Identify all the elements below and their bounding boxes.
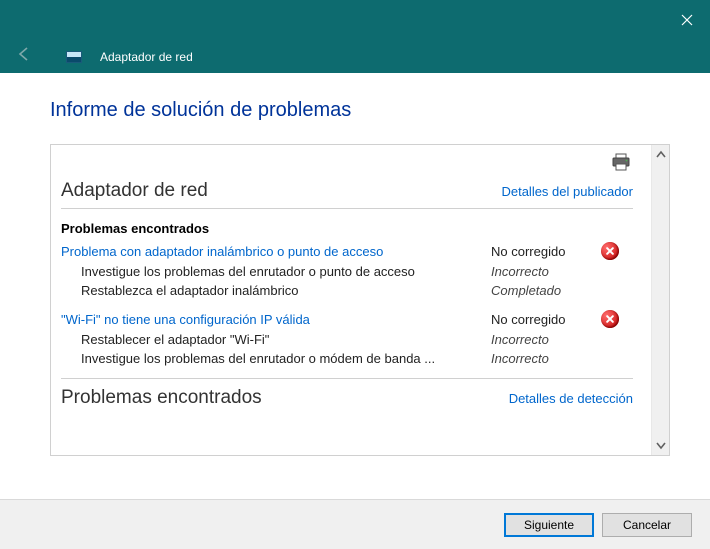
report-box: Adaptador de red Detalles del publicador…	[50, 144, 670, 456]
step-text: Restablecer el adaptador "Wi-Fi"	[81, 332, 491, 347]
section-adapter-title: Adaptador de red	[61, 180, 208, 202]
window-title: Adaptador de red	[100, 50, 193, 64]
issue-step: Investigue los problemas del enrutador o…	[61, 264, 633, 279]
footer: Siguiente Cancelar	[0, 499, 710, 549]
step-status: Incorrecto	[491, 332, 601, 347]
issue-step: Investigue los problemas del enrutador o…	[61, 351, 633, 366]
issue-title-link[interactable]: "Wi-Fi" no tiene una configuración IP vá…	[61, 312, 491, 327]
print-icon[interactable]	[611, 155, 631, 175]
publisher-details-link[interactable]: Detalles del publicador	[501, 184, 633, 199]
issue: "Wi-Fi" no tiene una configuración IP vá…	[61, 310, 633, 366]
step-status: Incorrecto	[491, 351, 601, 366]
page-headline: Informe de solución de problemas	[50, 99, 670, 122]
problems-found-heading: Problemas encontrados	[61, 221, 633, 236]
issue-title-link[interactable]: Problema con adaptador inalámbrico o pun…	[61, 244, 491, 259]
adapter-icon	[66, 51, 82, 63]
nav-row: Adaptador de red	[0, 40, 710, 73]
step-status: Incorrecto	[491, 264, 601, 279]
step-text: Investigue los problemas del enrutador o…	[81, 351, 491, 366]
detection-details-link[interactable]: Detalles de detección	[509, 391, 633, 406]
error-icon	[601, 310, 619, 328]
scrollbar[interactable]	[651, 145, 669, 455]
step-status: Completado	[491, 283, 601, 298]
back-arrow-icon	[12, 45, 36, 68]
issue-step: Restablezca el adaptador inalámbricoComp…	[61, 283, 633, 298]
scroll-down-icon[interactable]	[652, 435, 669, 455]
cancel-button[interactable]: Cancelar	[602, 513, 692, 537]
step-text: Investigue los problemas del enrutador o…	[81, 264, 491, 279]
issue: Problema con adaptador inalámbrico o pun…	[61, 242, 633, 298]
issue-step: Restablecer el adaptador "Wi-Fi"Incorrec…	[61, 332, 633, 347]
issue-status: No corregido	[491, 312, 601, 327]
close-icon[interactable]	[664, 0, 710, 40]
scroll-up-icon[interactable]	[652, 145, 669, 165]
step-text: Restablezca el adaptador inalámbrico	[81, 283, 491, 298]
title-bar	[0, 0, 710, 40]
section-problems-title: Problemas encontrados	[61, 387, 262, 409]
next-button[interactable]: Siguiente	[504, 513, 594, 537]
error-icon	[601, 242, 619, 260]
issue-status: No corregido	[491, 244, 601, 259]
